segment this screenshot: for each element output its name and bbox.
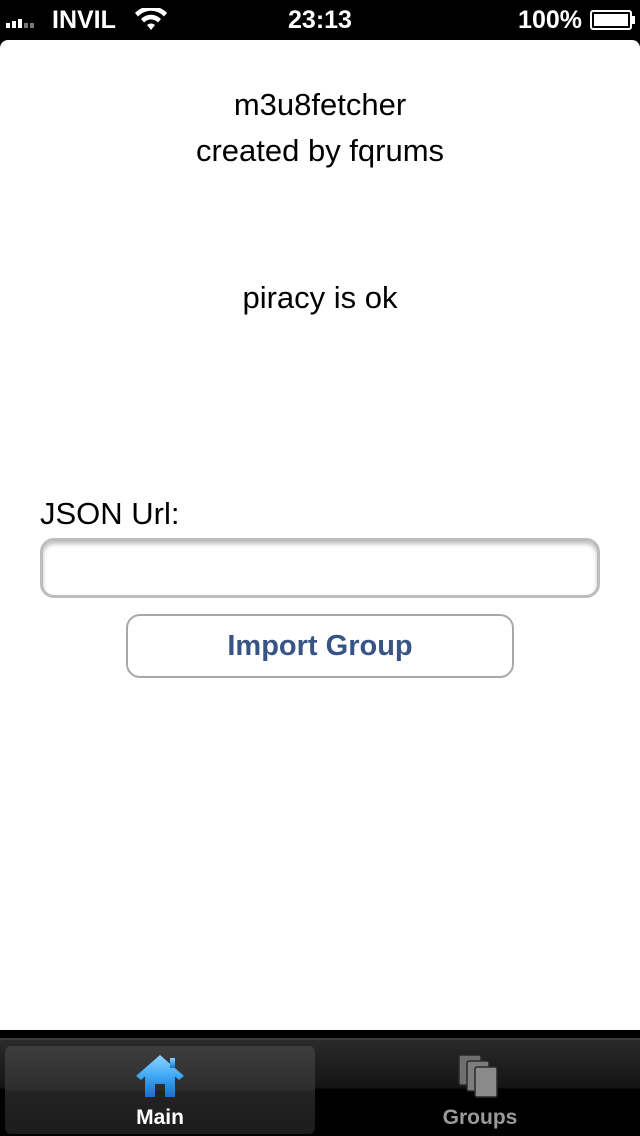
tab-main-label: Main (136, 1106, 184, 1129)
app-screen: INVIL 23:13 100% m3u8fetcher created by … (0, 0, 640, 1136)
app-header: m3u8fetcher created by fqrums (0, 82, 640, 174)
app-name: m3u8fetcher (233, 87, 407, 122)
battery-icon (590, 10, 635, 30)
tab-groups-label: Groups (442, 1106, 518, 1129)
groups-icon (458, 1054, 498, 1098)
main-view: m3u8fetcher created by fqrums piracy is … (0, 40, 640, 1030)
import-group-button[interactable]: Import Group (126, 614, 514, 678)
json-url-label: JSON Url: (40, 496, 180, 531)
app-credit: created by fqrums (195, 133, 445, 168)
status-bar: INVIL 23:13 100% (0, 0, 640, 40)
tagline-text: piracy is ok (242, 280, 398, 315)
home-icon (136, 1055, 184, 1097)
battery-percentage: 100% (518, 6, 582, 34)
tab-groups[interactable]: Groups (325, 1046, 635, 1134)
tab-main[interactable]: Main (5, 1046, 315, 1134)
json-url-input[interactable] (40, 538, 600, 598)
tab-bar: Main Groups (0, 1038, 640, 1136)
